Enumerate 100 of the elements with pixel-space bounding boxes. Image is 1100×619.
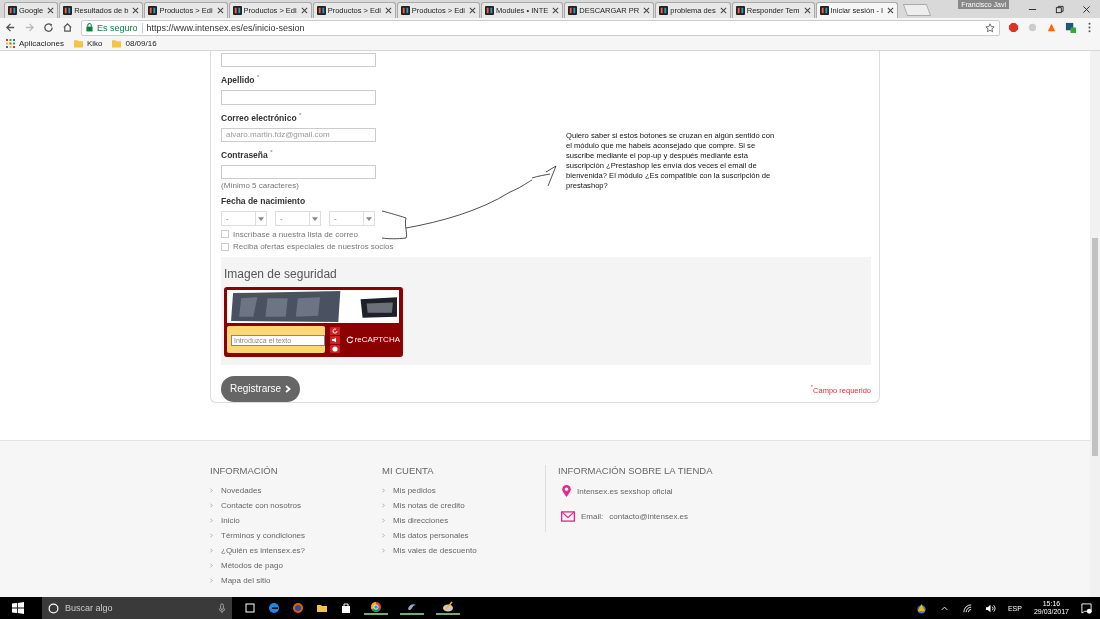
footer-link[interactable]: Mis pedidos (382, 483, 545, 498)
close-icon[interactable] (132, 7, 140, 14)
bookmark[interactable]: 08/09/16 (112, 39, 157, 48)
favicon-icon (8, 6, 17, 15)
input-field[interactable] (221, 90, 376, 105)
footer-link[interactable]: Términos y condiciones (210, 528, 382, 543)
input-field[interactable] (221, 164, 376, 180)
folder-icon (112, 39, 122, 48)
chevron-icon (210, 518, 213, 523)
notification-icon[interactable] (1081, 602, 1092, 614)
paint-brush-icon[interactable] (436, 601, 460, 615)
register-button[interactable]: Registrarse (221, 376, 301, 402)
close-icon[interactable] (469, 7, 476, 14)
chrome-icon[interactable] (364, 601, 388, 615)
chevron-icon (382, 548, 385, 553)
checkbox[interactable] (221, 242, 229, 251)
reload-icon[interactable] (43, 22, 54, 33)
logo-text: reCAPTCHA (354, 335, 400, 345)
favicon-icon (568, 6, 578, 15)
favicon-icon (659, 6, 669, 15)
url-text: https://www.intensex.es/es/inicio-sesion (146, 22, 306, 33)
chevron-icon (210, 503, 213, 508)
hint-text: (Mínimo 5 caracteres) (221, 181, 299, 192)
close-icon[interactable] (552, 7, 560, 14)
close-icon[interactable] (384, 7, 392, 14)
footer-link[interactable]: ¿Quién es intensex.es? (210, 543, 382, 558)
favicon-icon (819, 6, 829, 15)
input-field[interactable]: alvaro.martin.fdz@gmail.com (221, 127, 376, 142)
dropdown[interactable]: - (275, 211, 321, 227)
close-icon[interactable] (47, 7, 55, 14)
footer-link[interactable]: Mis datos personales (382, 528, 545, 543)
help-icon[interactable] (330, 344, 340, 353)
star-icon[interactable] (985, 22, 995, 33)
close-icon[interactable] (1082, 4, 1091, 14)
footer-link[interactable]: Mis direcciones (382, 513, 545, 528)
circle-icon (48, 602, 59, 614)
close-icon[interactable] (643, 7, 651, 14)
bookmark[interactable]: Kiko (73, 39, 103, 48)
footer-link[interactable]: Mapa del sitio (210, 573, 382, 588)
footer-link[interactable]: Inicio (210, 513, 382, 528)
stop-sign-icon[interactable] (1008, 22, 1019, 33)
refresh-icon[interactable] (330, 326, 340, 335)
wifi-icon[interactable] (961, 602, 973, 614)
footer-heading: INFORMACIÓN (210, 465, 279, 476)
footer-link[interactable]: Novedades (210, 483, 382, 498)
close-icon[interactable] (887, 7, 895, 14)
chevron-icon (382, 503, 385, 508)
lock-icon (86, 23, 93, 32)
extension-icon[interactable] (1065, 22, 1076, 33)
close-icon[interactable] (216, 7, 224, 14)
favicon-icon (148, 6, 158, 15)
field-label: Apellido $^{*}$ (221, 73, 260, 87)
speaker-icon[interactable] (330, 335, 340, 344)
chevron-icon (210, 533, 213, 538)
checkbox[interactable] (221, 230, 229, 238)
firefox-icon[interactable] (292, 602, 304, 614)
close-icon[interactable] (300, 7, 308, 14)
input-field[interactable] (221, 53, 376, 68)
checkbox-label: Inscríbase a nuestra lista de correo (233, 229, 358, 239)
dropdown[interactable]: - (221, 211, 267, 227)
chevron-icon (210, 548, 213, 553)
field-label: Contraseña $^{*}$ (221, 147, 273, 161)
footer-link[interactable]: Métodos de pago (210, 558, 382, 573)
folder-icon (73, 39, 83, 48)
back-icon[interactable] (5, 22, 16, 33)
field-label: Fecha de nacimiento (221, 195, 306, 208)
footer-heading: MI CUENTA (382, 465, 435, 476)
map-pin-icon (562, 485, 571, 497)
chevron-icon (382, 518, 385, 523)
email-link[interactable]: contacto@intensex.es (609, 511, 689, 521)
apps-grid-icon (6, 39, 15, 48)
windows-icon[interactable] (12, 602, 24, 614)
dolphin-icon[interactable] (400, 601, 424, 615)
close-icon[interactable] (719, 7, 727, 14)
favicon-icon (63, 6, 73, 15)
footer-link[interactable]: Contacte con nosotros (210, 498, 382, 513)
security-label: Es seguro (97, 22, 138, 33)
favicon-icon (485, 6, 494, 15)
folder-icon[interactable] (316, 602, 328, 614)
footer-link[interactable]: Mis notas de credito (382, 498, 545, 513)
caret-icon (366, 216, 372, 221)
bookmark[interactable]: Aplicaciones (6, 39, 64, 48)
footer-link[interactable]: Mis vales de descuento (382, 543, 545, 558)
home-icon[interactable] (62, 22, 73, 33)
task-view-icon[interactable] (244, 602, 256, 614)
search-field[interactable]: Buscar algo (42, 597, 232, 619)
email-label: Email: (581, 511, 604, 521)
footer-heading: INFORMACIÓN SOBRE LA TIENDA (558, 465, 713, 476)
store-bag-icon[interactable] (340, 602, 352, 614)
chevron-icon (285, 385, 292, 393)
restore-icon[interactable] (1055, 4, 1064, 14)
microphone-icon[interactable] (218, 602, 226, 614)
favicon-icon (316, 6, 326, 15)
speaker-icon[interactable] (984, 602, 996, 614)
address-bar[interactable]: Es seguro https://www.intensex.es/es/inicio-sesion (81, 19, 1000, 36)
checkbox-label: Reciba ofertas especiales de nuestros socios (233, 242, 394, 252)
close-icon[interactable] (803, 7, 811, 14)
edge-browser-icon[interactable] (268, 602, 280, 614)
warning-icon[interactable] (915, 602, 927, 614)
dropdown[interactable]: - (329, 211, 375, 227)
